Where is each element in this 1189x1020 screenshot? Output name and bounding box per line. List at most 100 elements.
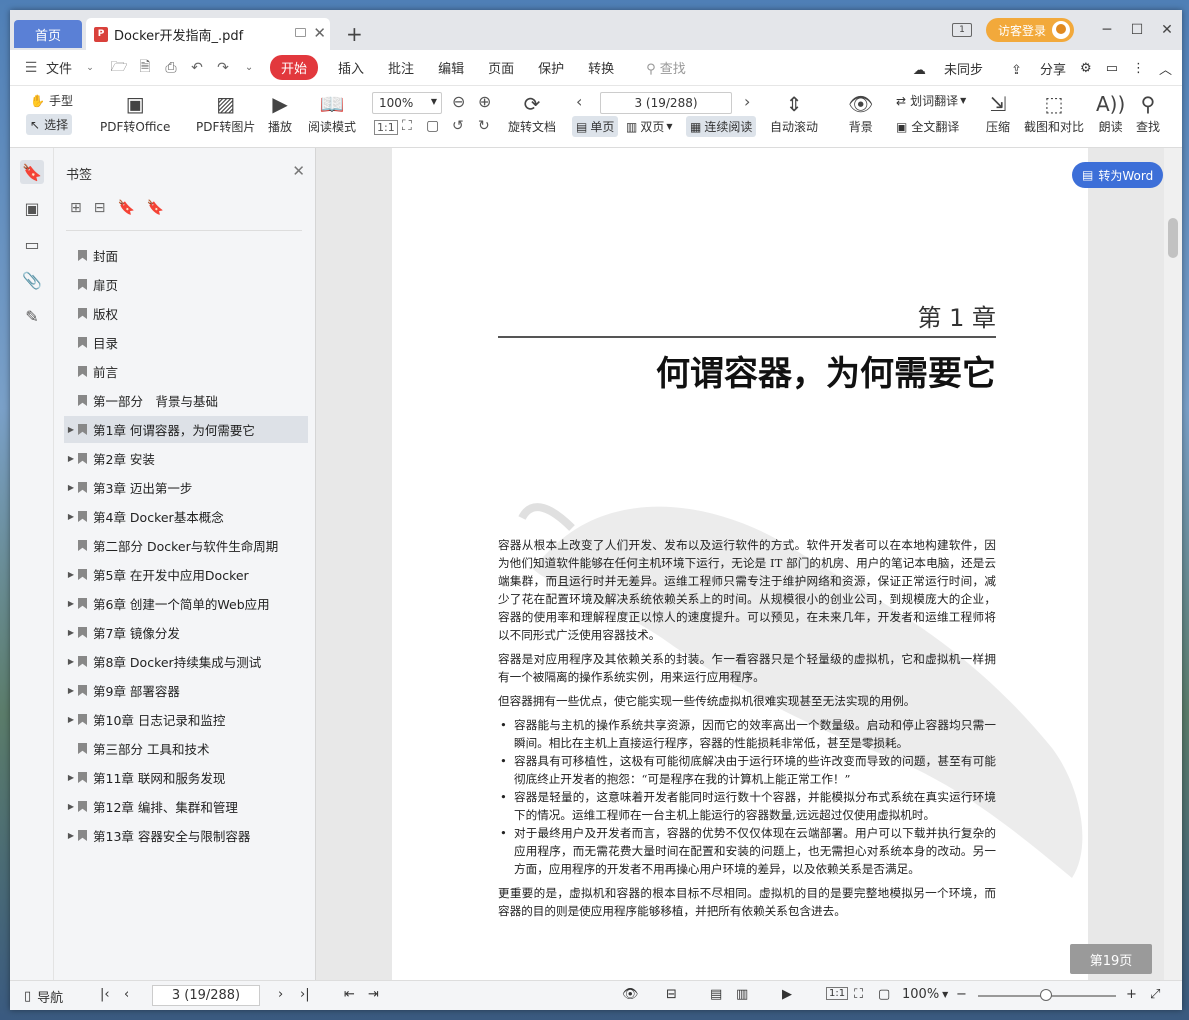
fit-width-icon[interactable]: ▢ bbox=[426, 118, 439, 134]
more-chevron-icon[interactable]: ⌄ bbox=[236, 62, 262, 73]
expand-arrow-icon[interactable]: ▶ bbox=[64, 425, 78, 434]
bookmark-item[interactable]: 目录 bbox=[64, 329, 308, 356]
bookmark-item[interactable]: ▶ 第7章 镜像分发 bbox=[64, 619, 308, 646]
select-tool[interactable]: ↖ 选择 bbox=[26, 114, 73, 135]
add-bookmark-icon[interactable]: 🔖 bbox=[117, 200, 134, 216]
bookmark-item[interactable]: ▶ 第8章 Docker持续集成与测试 bbox=[64, 648, 308, 675]
bookmark-item[interactable]: ▶ 第13章 容器安全与限制容器 bbox=[64, 822, 308, 849]
expand-arrow-icon[interactable]: ▶ bbox=[64, 599, 78, 608]
collapse-ribbon-icon[interactable]: ︿ bbox=[1159, 59, 1172, 78]
word-translate-button[interactable]: ⇄ 划词翻译 ▼ bbox=[896, 92, 966, 109]
redo-icon[interactable]: ↷ bbox=[210, 60, 236, 76]
rotate-right-icon[interactable]: ↻ bbox=[478, 118, 490, 134]
split-view-icon[interactable]: ⊟ bbox=[666, 987, 677, 1002]
fit-page-icon[interactable]: ⛶ bbox=[854, 987, 863, 1002]
pdf-to-office-button[interactable]: ▣ PDF转Office bbox=[100, 90, 170, 135]
attachment-panel-icon[interactable]: 📎 bbox=[20, 268, 44, 292]
actual-size-icon[interactable]: 1:1 bbox=[374, 120, 398, 135]
bookmark-item[interactable]: ▶ 第6章 创建一个简单的Web应用 bbox=[64, 590, 308, 617]
expand-arrow-icon[interactable]: ▶ bbox=[64, 831, 78, 840]
minimize-button[interactable]: ─ bbox=[1092, 22, 1122, 38]
comment-icon[interactable]: ▭ bbox=[1106, 61, 1118, 76]
continuous-read-button[interactable]: ▦ 连续阅读 bbox=[686, 116, 757, 137]
auto-scroll-button[interactable]: ⇕ 自动滚动 bbox=[770, 90, 818, 135]
back-icon[interactable]: ⇤ bbox=[344, 987, 355, 1002]
zoom-slider-knob[interactable] bbox=[1040, 989, 1052, 1001]
window-mode-icon[interactable]: 1 bbox=[951, 23, 972, 37]
double-page-button[interactable]: ▥ 双页 ▼ bbox=[626, 118, 673, 135]
full-translate-button[interactable]: ▣ 全文翻译 bbox=[896, 118, 959, 135]
close-panel-icon[interactable]: ✕ bbox=[292, 162, 305, 180]
next-page-icon[interactable]: › bbox=[744, 92, 750, 111]
navigation-toggle[interactable]: ▯ 导航 bbox=[24, 987, 63, 1006]
expand-arrow-icon[interactable]: ▶ bbox=[64, 628, 78, 637]
bookmark-item[interactable]: 第三部分 工具和技术 bbox=[64, 735, 308, 762]
save-icon[interactable]: 🗎 bbox=[132, 56, 158, 80]
expand-arrow-icon[interactable]: ▶ bbox=[64, 802, 78, 811]
scrollbar-thumb[interactable] bbox=[1168, 218, 1178, 258]
sync-status[interactable]: ☁ 未同步 bbox=[899, 59, 983, 78]
expand-all-icon[interactable]: ⊞ bbox=[70, 200, 82, 216]
bookmark-item[interactable]: ▶ 第5章 在开发中应用Docker bbox=[64, 561, 308, 588]
play-button[interactable]: ▶ 播放 bbox=[268, 90, 292, 135]
rotate-doc-button[interactable]: ⟳ 旋转文档 bbox=[508, 90, 556, 135]
read-aloud-button[interactable]: A)) 朗读 bbox=[1096, 90, 1125, 135]
eye-protection-icon[interactable]: 👁 bbox=[622, 987, 639, 1002]
print-icon[interactable]: ⎙ bbox=[158, 60, 184, 76]
menu-protect[interactable]: 保护 bbox=[526, 58, 576, 77]
read-mode-button[interactable]: 📖 阅读模式 bbox=[308, 90, 356, 135]
bookmark-item[interactable]: ▶ 第1章 何谓容器，为何需要它 bbox=[64, 416, 308, 443]
thumbnail-panel-icon[interactable]: ▣ bbox=[20, 196, 44, 220]
statusbar-zoom[interactable]: 100% ▼ bbox=[902, 987, 948, 1002]
statusbar-page-input[interactable]: 3 (19/288) bbox=[152, 985, 260, 1006]
settings-icon[interactable]: ⚙ bbox=[1080, 61, 1092, 76]
bookmark-panel-icon[interactable]: 🔖 bbox=[20, 160, 44, 184]
more-icon[interactable]: ⋮ bbox=[1132, 61, 1145, 76]
compress-button[interactable]: ⇲ 压缩 bbox=[986, 90, 1010, 135]
collapse-all-icon[interactable]: ⊟ bbox=[94, 200, 106, 216]
background-button[interactable]: 👁 背景 bbox=[848, 90, 873, 135]
fit-page-icon[interactable]: ⛶ bbox=[402, 118, 412, 134]
prev-page-icon[interactable]: ‹ bbox=[124, 987, 129, 1002]
next-page-icon[interactable]: › bbox=[278, 987, 283, 1002]
menu-annotate[interactable]: 批注 bbox=[376, 58, 426, 77]
home-tab[interactable]: 首页 bbox=[14, 20, 82, 48]
fit-width-icon[interactable]: ▢ bbox=[878, 987, 890, 1002]
open-folder-icon[interactable]: 🗁 bbox=[106, 56, 132, 80]
document-view[interactable]: 第 1 章 何谓容器，为何需要它 容器从根本上改变了人们开发、发布以及运行软件的… bbox=[316, 148, 1164, 980]
find-button[interactable]: ⚲ 查找 bbox=[1136, 90, 1160, 135]
undo-icon[interactable]: ↶ bbox=[184, 60, 210, 76]
expand-arrow-icon[interactable]: ▶ bbox=[64, 454, 78, 463]
expand-arrow-icon[interactable]: ▶ bbox=[64, 715, 78, 724]
close-tab-icon[interactable]: ✕ bbox=[313, 24, 326, 42]
menu-insert[interactable]: 插入 bbox=[326, 58, 376, 77]
delete-bookmark-icon[interactable]: 🔖 bbox=[147, 200, 164, 216]
bookmark-item[interactable]: 扉页 bbox=[64, 271, 308, 298]
double-page-view-icon[interactable]: ▥ bbox=[736, 987, 748, 1002]
page-input[interactable]: 3 (19/288) bbox=[600, 92, 732, 114]
menu-page[interactable]: 页面 bbox=[476, 58, 526, 77]
maximize-button[interactable]: ☐ bbox=[1122, 22, 1152, 38]
first-page-icon[interactable]: |‹ bbox=[100, 987, 110, 1002]
prev-page-icon[interactable]: ‹ bbox=[576, 92, 582, 111]
hand-tool[interactable]: ✋ 手型 bbox=[30, 92, 73, 109]
hamburger-icon[interactable]: ☰ bbox=[18, 60, 44, 76]
bookmark-item[interactable]: ▶ 第2章 安装 bbox=[64, 445, 308, 472]
annotation-panel-icon[interactable]: ▭ bbox=[20, 232, 44, 256]
bookmark-item[interactable]: ▶ 第4章 Docker基本概念 bbox=[64, 503, 308, 530]
expand-arrow-icon[interactable]: ▶ bbox=[64, 512, 78, 521]
zoom-in-icon[interactable]: + bbox=[1126, 987, 1137, 1002]
expand-arrow-icon[interactable]: ▶ bbox=[64, 657, 78, 666]
zoom-in-icon[interactable]: ⊕ bbox=[478, 92, 491, 111]
rotate-left-icon[interactable]: ↺ bbox=[452, 118, 464, 134]
menu-start[interactable]: 开始 bbox=[270, 55, 319, 80]
bookmark-item[interactable]: ▶ 第10章 日志记录和监控 bbox=[64, 706, 308, 733]
bookmark-item[interactable]: 前言 bbox=[64, 358, 308, 385]
single-page-button[interactable]: ▤ 单页 bbox=[572, 116, 619, 137]
guest-login-button[interactable]: 访客登录 bbox=[985, 18, 1074, 42]
new-tab-button[interactable]: + bbox=[346, 22, 363, 46]
bookmark-item[interactable]: ▶ 第9章 部署容器 bbox=[64, 677, 308, 704]
forward-icon[interactable]: ⇥ bbox=[368, 987, 379, 1002]
chevron-down-icon[interactable]: ⌄ bbox=[84, 63, 96, 73]
single-page-view-icon[interactable]: ▤ bbox=[710, 987, 722, 1002]
